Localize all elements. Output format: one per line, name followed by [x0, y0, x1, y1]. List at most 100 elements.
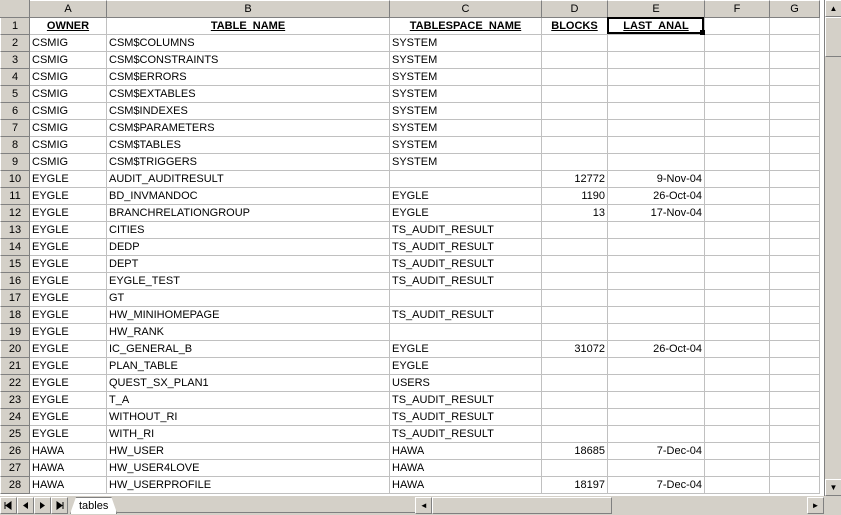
cell-E3[interactable]	[608, 52, 705, 69]
cell-E5[interactable]	[608, 86, 705, 103]
cell-D9[interactable]	[542, 154, 608, 171]
cell-C8[interactable]: SYSTEM	[390, 137, 542, 154]
row-header-11[interactable]: 11	[0, 188, 30, 205]
cell-B28[interactable]: HW_USERPROFILE	[107, 477, 390, 494]
cell-E4[interactable]	[608, 69, 705, 86]
cell-B26[interactable]: HW_USER	[107, 443, 390, 460]
cell-G15[interactable]	[770, 256, 820, 273]
cell-A24[interactable]: EYGLE	[30, 409, 107, 426]
cell-B20[interactable]: IC_GENERAL_B	[107, 341, 390, 358]
cell-B2[interactable]: CSM$COLUMNS	[107, 35, 390, 52]
row-header-10[interactable]: 10	[0, 171, 30, 188]
vertical-scroll-thumb[interactable]	[825, 17, 841, 57]
cell-G5[interactable]	[770, 86, 820, 103]
column-header-A[interactable]: A	[30, 0, 107, 18]
scroll-up-button[interactable]: ▲	[825, 0, 841, 17]
row-header-20[interactable]: 20	[0, 341, 30, 358]
cell-G27[interactable]	[770, 460, 820, 477]
cell-C24[interactable]: TS_AUDIT_RESULT	[390, 409, 542, 426]
cell-D16[interactable]	[542, 273, 608, 290]
cell-G16[interactable]	[770, 273, 820, 290]
cell-D20[interactable]: 31072	[542, 341, 608, 358]
cell-G10[interactable]	[770, 171, 820, 188]
cell-A11[interactable]: EYGLE	[30, 188, 107, 205]
cell-G4[interactable]	[770, 69, 820, 86]
cell-A9[interactable]: CSMIG	[30, 154, 107, 171]
cell-E25[interactable]	[608, 426, 705, 443]
cell-B13[interactable]: CITIES	[107, 222, 390, 239]
column-header-E[interactable]: E	[608, 0, 705, 18]
cell-A27[interactable]: HAWA	[30, 460, 107, 477]
cell-F2[interactable]	[705, 35, 770, 52]
cell-D3[interactable]	[542, 52, 608, 69]
cell-F26[interactable]	[705, 443, 770, 460]
select-all-corner[interactable]	[0, 0, 30, 18]
cell-D5[interactable]	[542, 86, 608, 103]
cell-C21[interactable]: EYGLE	[390, 358, 542, 375]
cell-C17[interactable]	[390, 290, 542, 307]
cell-G3[interactable]	[770, 52, 820, 69]
cell-D4[interactable]	[542, 69, 608, 86]
cell-A4[interactable]: CSMIG	[30, 69, 107, 86]
cell-A7[interactable]: CSMIG	[30, 120, 107, 137]
cell-C20[interactable]: EYGLE	[390, 341, 542, 358]
scroll-right-button[interactable]: ►	[807, 497, 824, 514]
cell-B19[interactable]: HW_RANK	[107, 324, 390, 341]
cell-B10[interactable]: AUDIT_AUDITRESULT	[107, 171, 390, 188]
cell-F16[interactable]	[705, 273, 770, 290]
cell-E26[interactable]: 7-Dec-04	[608, 443, 705, 460]
cell-G23[interactable]	[770, 392, 820, 409]
cell-F6[interactable]	[705, 103, 770, 120]
cell-E23[interactable]	[608, 392, 705, 409]
cell-C13[interactable]: TS_AUDIT_RESULT	[390, 222, 542, 239]
row-header-15[interactable]: 15	[0, 256, 30, 273]
cell-B14[interactable]: DEDP	[107, 239, 390, 256]
cell-G1[interactable]	[770, 18, 820, 35]
cell-E15[interactable]	[608, 256, 705, 273]
cell-F19[interactable]	[705, 324, 770, 341]
row-header-12[interactable]: 12	[0, 205, 30, 222]
cell-E16[interactable]	[608, 273, 705, 290]
cell-B25[interactable]: WITH_RI	[107, 426, 390, 443]
cell-A17[interactable]: EYGLE	[30, 290, 107, 307]
cell-A25[interactable]: EYGLE	[30, 426, 107, 443]
cell-E8[interactable]	[608, 137, 705, 154]
last-sheet-button[interactable]	[51, 497, 68, 514]
cell-B1[interactable]: TABLE_NAME	[107, 18, 390, 35]
cell-A23[interactable]: EYGLE	[30, 392, 107, 409]
cell-E27[interactable]	[608, 460, 705, 477]
cell-C9[interactable]: SYSTEM	[390, 154, 542, 171]
cell-B21[interactable]: PLAN_TABLE	[107, 358, 390, 375]
row-header-2[interactable]: 2	[0, 35, 30, 52]
cell-B9[interactable]: CSM$TRIGGERS	[107, 154, 390, 171]
cell-F18[interactable]	[705, 307, 770, 324]
cell-A28[interactable]: HAWA	[30, 477, 107, 494]
cell-E22[interactable]	[608, 375, 705, 392]
row-header-21[interactable]: 21	[0, 358, 30, 375]
cell-E12[interactable]: 17-Nov-04	[608, 205, 705, 222]
cell-A3[interactable]: CSMIG	[30, 52, 107, 69]
cell-D26[interactable]: 18685	[542, 443, 608, 460]
cell-E24[interactable]	[608, 409, 705, 426]
row-header-25[interactable]: 25	[0, 426, 30, 443]
row-header-7[interactable]: 7	[0, 120, 30, 137]
cell-D18[interactable]	[542, 307, 608, 324]
cell-D17[interactable]	[542, 290, 608, 307]
cell-F7[interactable]	[705, 120, 770, 137]
column-header-D[interactable]: D	[542, 0, 608, 18]
cell-E14[interactable]	[608, 239, 705, 256]
row-header-4[interactable]: 4	[0, 69, 30, 86]
cell-D12[interactable]: 13	[542, 205, 608, 222]
cell-A1[interactable]: OWNER	[30, 18, 107, 35]
cell-E19[interactable]	[608, 324, 705, 341]
cell-F22[interactable]	[705, 375, 770, 392]
cell-D24[interactable]	[542, 409, 608, 426]
cell-A22[interactable]: EYGLE	[30, 375, 107, 392]
cell-G19[interactable]	[770, 324, 820, 341]
cell-E9[interactable]	[608, 154, 705, 171]
row-header-5[interactable]: 5	[0, 86, 30, 103]
cell-D23[interactable]	[542, 392, 608, 409]
cell-C26[interactable]: HAWA	[390, 443, 542, 460]
row-header-3[interactable]: 3	[0, 52, 30, 69]
cell-D8[interactable]	[542, 137, 608, 154]
